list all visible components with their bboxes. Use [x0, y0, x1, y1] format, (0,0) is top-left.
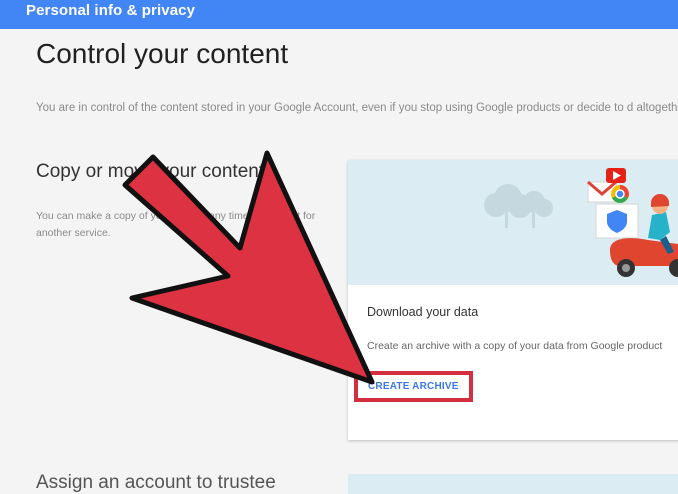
card-banner [348, 160, 678, 285]
create-archive-button[interactable]: CREATE ARCHIVE [354, 371, 473, 402]
trees-icon [484, 184, 553, 228]
download-data-card: Download your data Create an archive wit… [348, 160, 678, 440]
header-title: Personal info & privacy [26, 2, 196, 19]
top-bar: Personal info & privacy [0, 0, 678, 29]
copy-section-heading: Copy or move your content [36, 161, 265, 182]
assign-section-heading: Assign an account to trustee [36, 472, 276, 493]
shield-icon [595, 203, 639, 239]
card-description: Create an archive with a copy of your da… [367, 340, 663, 352]
page-title: Control your content [36, 38, 289, 69]
card-title: Download your data [367, 305, 479, 319]
chrome-icon [611, 185, 629, 203]
intro-text: You are in control of the content stored… [36, 102, 678, 114]
youtube-icon [606, 168, 626, 183]
banner-illustration [484, 168, 678, 277]
trustee-card-banner [348, 474, 678, 494]
copy-section-description: You can make a copy of your data at any … [36, 210, 316, 239]
